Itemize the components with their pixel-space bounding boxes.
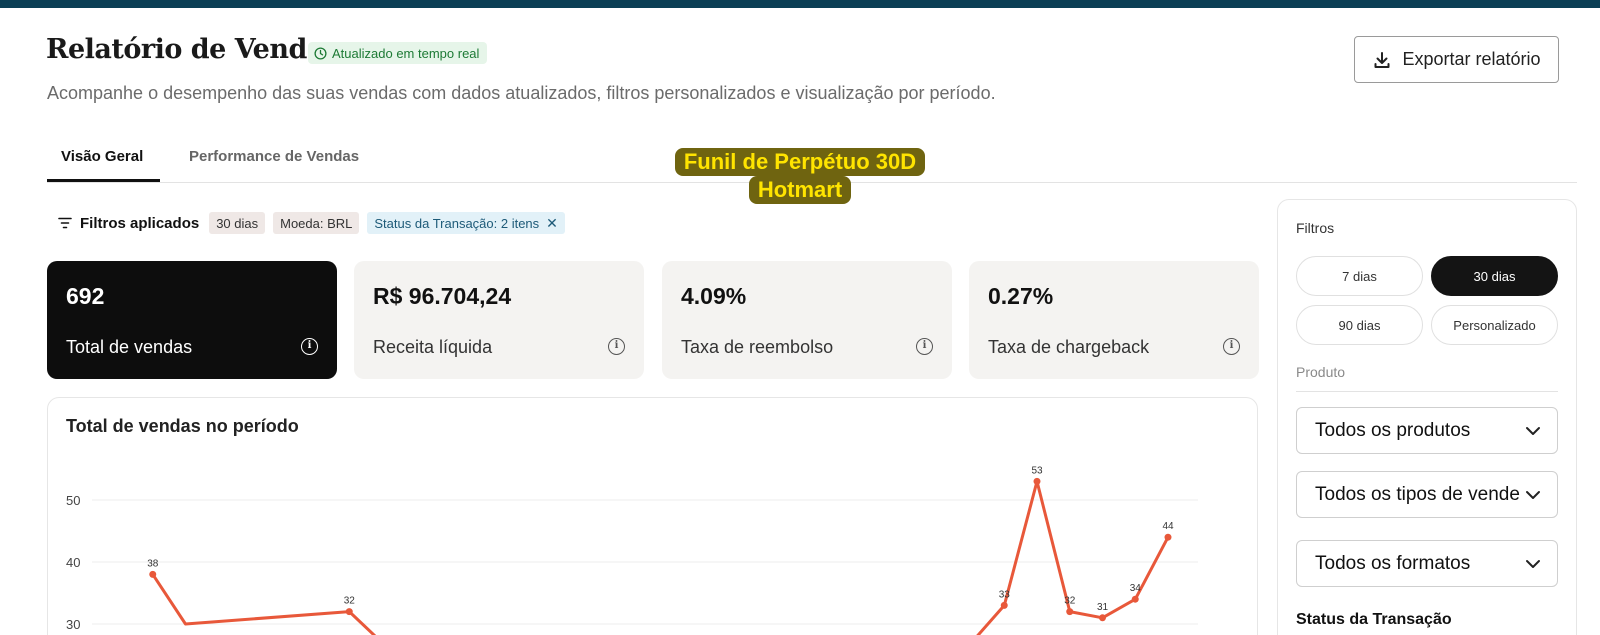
filters-sidebar: Filtros 7 dias 30 dias 90 dias Personali… [1277, 199, 1577, 635]
applied-filters-label: Filtros aplicados [58, 215, 199, 232]
data-label: 32 [1064, 596, 1076, 607]
period-custom[interactable]: Personalizado [1431, 305, 1558, 345]
download-icon [1374, 51, 1390, 68]
kpi-label: Total de vendas [66, 337, 193, 357]
filter-chip-currency[interactable]: Moeda: BRL [273, 212, 360, 234]
kpi-label: Taxa de reembolso [681, 337, 834, 357]
period-90-days[interactable]: 90 dias [1296, 305, 1423, 345]
info-icon[interactable]: i [916, 338, 933, 355]
data-label: 31 [1097, 602, 1109, 613]
kpi-card-taxa-reembolso: 4.09% Taxa de reembolso i [662, 261, 952, 379]
kpi-value: 0.27% [988, 283, 1054, 309]
kpi-value: 4.09% [681, 283, 747, 309]
overlay-line-2: Hotmart [748, 176, 852, 204]
tab-visao-geral[interactable]: Visão Geral [47, 140, 160, 182]
close-icon[interactable]: ✕ [546, 215, 558, 232]
kpi-card-receita-liquida: R$ 96.704,24 Receita líquida i [354, 261, 644, 379]
sidebar-title: Filtros [1296, 220, 1335, 236]
format-select[interactable]: Todos os formatos [1296, 540, 1558, 587]
export-report-label: Exportar relatório [1402, 49, 1541, 69]
overlay-caption: Funil de Perpétuo 30D Hotmart [671, 148, 929, 204]
data-point [1033, 477, 1041, 485]
sales-line-chart: 30 40 50 38 32 33 53 32 31 34 44 [66, 465, 1198, 635]
applied-filters-row: Filtros aplicados 30 dias Moeda: BRL Sta… [58, 211, 565, 235]
top-accent-bar [0, 0, 1600, 8]
data-label: 53 [1031, 465, 1043, 476]
data-point [1164, 533, 1172, 541]
sales-chart-panel: Total de vendas no período 30 40 50 38 32 33 5… [47, 397, 1258, 635]
data-point [345, 608, 353, 616]
info-icon[interactable]: i [1223, 338, 1240, 355]
applied-filters-text: Filtros aplicados [80, 214, 200, 232]
data-label: 38 [147, 558, 159, 569]
data-label: 34 [1130, 583, 1142, 594]
info-icon[interactable]: i [608, 338, 625, 355]
chevron-down-icon [1526, 560, 1540, 568]
page-title: Relatório de Vendas [46, 34, 339, 65]
tab-performance-vendas[interactable]: Performance de Vendas [175, 140, 373, 182]
data-label: 32 [344, 596, 356, 607]
chevron-down-icon [1526, 427, 1540, 435]
product-section-label: Produto [1296, 364, 1346, 380]
data-point [1131, 595, 1139, 603]
filter-chip-status-label: Status da Transação: 2 itens [374, 215, 540, 231]
data-point [149, 570, 157, 578]
overlay-line-1: Funil de Perpétuo 30D [674, 148, 926, 176]
data-point [1066, 608, 1074, 616]
kpi-label: Taxa de chargeback [988, 337, 1150, 357]
clock-icon [314, 46, 327, 60]
y-tick-label: 50 [66, 493, 80, 508]
period-7-days[interactable]: 7 dias [1296, 256, 1423, 296]
y-tick-label: 30 [66, 617, 80, 632]
filter-chip-period[interactable]: 30 dias [209, 212, 266, 234]
format-select-value: Todos os formatos [1315, 552, 1471, 574]
filter-icon [58, 217, 72, 229]
kpi-label: Receita líquida [373, 337, 493, 357]
period-30-days[interactable]: 30 dias [1431, 256, 1558, 296]
product-select[interactable]: Todos os produtos [1296, 407, 1558, 454]
page-subtitle: Acompanhe o desempenho das suas vendas c… [47, 83, 996, 103]
kpi-value: 692 [66, 283, 105, 309]
export-report-button[interactable]: Exportar relatório [1354, 36, 1559, 83]
seller-type-select-value: Todos os tipos de vende [1315, 483, 1520, 505]
product-select-value: Todos os produtos [1315, 419, 1471, 441]
kpi-card-taxa-chargeback: 0.27% Taxa de chargeback i [969, 261, 1259, 379]
sales-series-line [151, 479, 1170, 635]
kpi-value: R$ 96.704,24 [373, 283, 512, 309]
data-label: 44 [1162, 521, 1174, 532]
transaction-status-title: Status da Transação [1296, 611, 1452, 628]
kpi-card-total-vendas: 692 Total de vendas i [47, 261, 337, 379]
data-point [1000, 601, 1008, 609]
seller-type-select[interactable]: Todos os tipos de vende [1296, 471, 1558, 518]
data-label: 33 [999, 589, 1011, 600]
live-status-badge: Atualizado em tempo real [308, 42, 488, 64]
chevron-down-icon [1526, 491, 1540, 499]
data-point [1099, 614, 1106, 622]
y-tick-label: 40 [66, 555, 80, 570]
filter-chip-status[interactable]: Status da Transação: 2 itens ✕ [367, 212, 565, 234]
info-icon[interactable]: i [301, 338, 318, 355]
product-divider [1296, 391, 1558, 392]
live-status-text: Atualizado em tempo real [332, 45, 480, 61]
